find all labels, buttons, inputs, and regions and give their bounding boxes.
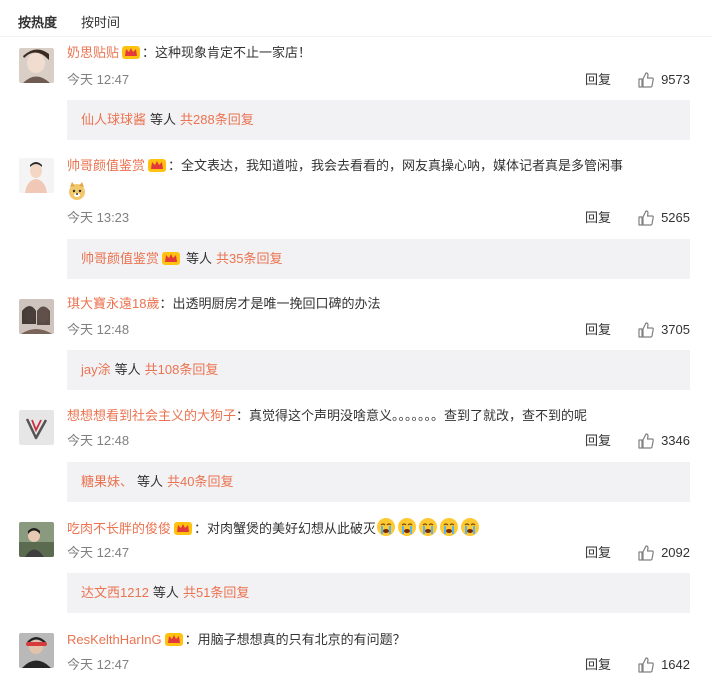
avatar[interactable] (19, 410, 54, 445)
reply-summary-total[interactable]: 共35条回复 (216, 251, 282, 266)
comment-timestamp: 今天 12:47 (67, 72, 130, 87)
like-count: 2092 (661, 545, 690, 560)
thumbs-up-icon (637, 321, 655, 339)
reply-summary-total[interactable]: 共288条回复 (180, 112, 254, 127)
comment-timestamp: 今天 12:47 (67, 545, 130, 560)
tab-sort-by-time[interactable]: 按时间 (81, 14, 120, 32)
thumbs-up-icon (637, 544, 655, 562)
reply-summary-total[interactable]: 共51条回复 (183, 585, 249, 600)
comment-username[interactable]: 奶思贴贴 (67, 45, 119, 60)
tabs-divider (0, 36, 712, 37)
like-button[interactable]: 9573 (637, 70, 690, 90)
reply-summary[interactable]: 达文西1212 等人 共51条回复 (67, 573, 690, 613)
reply-button[interactable]: 回复 (585, 431, 611, 451)
crying-emoji-icon (397, 517, 417, 537)
avatar[interactable] (19, 48, 54, 83)
crying-emoji-icon (460, 517, 480, 537)
comment-username[interactable]: 想想想看到社会主义的大狗子 (67, 408, 236, 423)
reply-summary-and-others: 等人 (150, 112, 177, 127)
like-count: 9573 (661, 72, 690, 87)
crown-badge-icon (121, 44, 141, 60)
comment-username[interactable]: 帅哥颜值鉴赏 (67, 158, 145, 173)
reply-summary-username[interactable]: 达文西1212 (81, 585, 149, 600)
like-count: 1642 (661, 657, 690, 672)
crown-badge-icon (164, 631, 184, 647)
like-count: 3705 (661, 322, 690, 337)
avatar[interactable] (19, 158, 54, 193)
comment-text: ：用脑子想想真的只有北京的有问题？ (184, 632, 406, 647)
thumbs-up-icon (637, 656, 655, 674)
crying-emoji-icon (376, 517, 396, 537)
reply-summary-total[interactable]: 共108条回复 (145, 362, 219, 377)
reply-button[interactable]: 回复 (585, 70, 611, 90)
doge-emoji-icon (67, 181, 87, 201)
crying-emoji-icon (418, 517, 438, 537)
crying-emoji-icon (439, 517, 459, 537)
reply-summary[interactable]: 糖果妹、 等人 共40条回复 (67, 462, 690, 502)
comment-text: ：全文表达，我知道啦，我会去看看的，网友真操心呐，媒体记者真是多管闲事 (168, 158, 624, 173)
crown-badge-icon (173, 520, 193, 536)
comment-text: ：真觉得这个声明没啥意义。。。。。。。查到了就改，查不到的呢 (236, 408, 588, 423)
reply-summary-total[interactable]: 共40条回复 (167, 474, 233, 489)
reply-summary-and-others: 等人 (152, 585, 179, 600)
like-count: 3346 (661, 433, 690, 448)
comment-text: ：对肉蟹煲的美好幻想从此破灭 (194, 521, 377, 536)
thumbs-up-icon (637, 71, 655, 89)
reply-summary-and-others: 等人 (186, 251, 213, 266)
reply-summary-and-others: 等人 (137, 474, 164, 489)
reply-button[interactable]: 回复 (585, 655, 611, 675)
crown-badge-icon (147, 157, 167, 173)
reply-summary[interactable]: 帅哥颜值鉴赏 等人 共35条回复 (67, 239, 690, 279)
like-button[interactable]: 3705 (637, 320, 690, 340)
sort-tabs: 按热度 按时间 (18, 14, 120, 32)
tab-sort-by-hot[interactable]: 按热度 (18, 14, 57, 32)
comment-timestamp: 今天 12:48 (67, 433, 130, 448)
like-count: 5265 (661, 210, 690, 225)
crown-badge-icon (161, 250, 181, 266)
reply-summary[interactable]: jay涂 等人 共108条回复 (67, 350, 690, 390)
comment-username[interactable]: 琪大寶永遠18歲 (67, 296, 159, 311)
reply-summary-and-others: 等人 (114, 362, 141, 377)
avatar[interactable] (19, 633, 54, 668)
comment-username[interactable]: ResKelthHarInG (67, 632, 162, 647)
avatar[interactable] (19, 299, 54, 334)
comment-timestamp: 今天 12:48 (67, 322, 130, 337)
reply-summary-username[interactable]: 仙人球球酱 (81, 112, 146, 127)
reply-summary-username[interactable]: jay涂 (81, 362, 111, 377)
comment-text: ：出透明厨房才是唯一挽回口碑的办法 (159, 296, 381, 311)
reply-button[interactable]: 回复 (585, 208, 611, 228)
reply-button[interactable]: 回复 (585, 543, 611, 563)
reply-summary-username[interactable]: 帅哥颜值鉴赏 (81, 251, 159, 266)
thumbs-up-icon (637, 209, 655, 227)
like-button[interactable]: 5265 (637, 208, 690, 228)
avatar[interactable] (19, 522, 54, 557)
thumbs-up-icon (637, 432, 655, 450)
reply-summary[interactable]: 仙人球球酱 等人 共288条回复 (67, 100, 690, 140)
comment-timestamp: 今天 12:47 (67, 657, 130, 672)
comment-text: ：这种现象肯定不止一家店！ (142, 45, 312, 60)
reply-button[interactable]: 回复 (585, 320, 611, 340)
comment-timestamp: 今天 13:23 (67, 210, 130, 225)
like-button[interactable]: 3346 (637, 431, 690, 451)
like-button[interactable]: 2092 (637, 543, 690, 563)
comment-username[interactable]: 吃肉不长胖的俊俊 (67, 521, 171, 536)
like-button[interactable]: 1642 (637, 655, 690, 675)
reply-summary-username[interactable]: 糖果妹、 (81, 474, 133, 489)
